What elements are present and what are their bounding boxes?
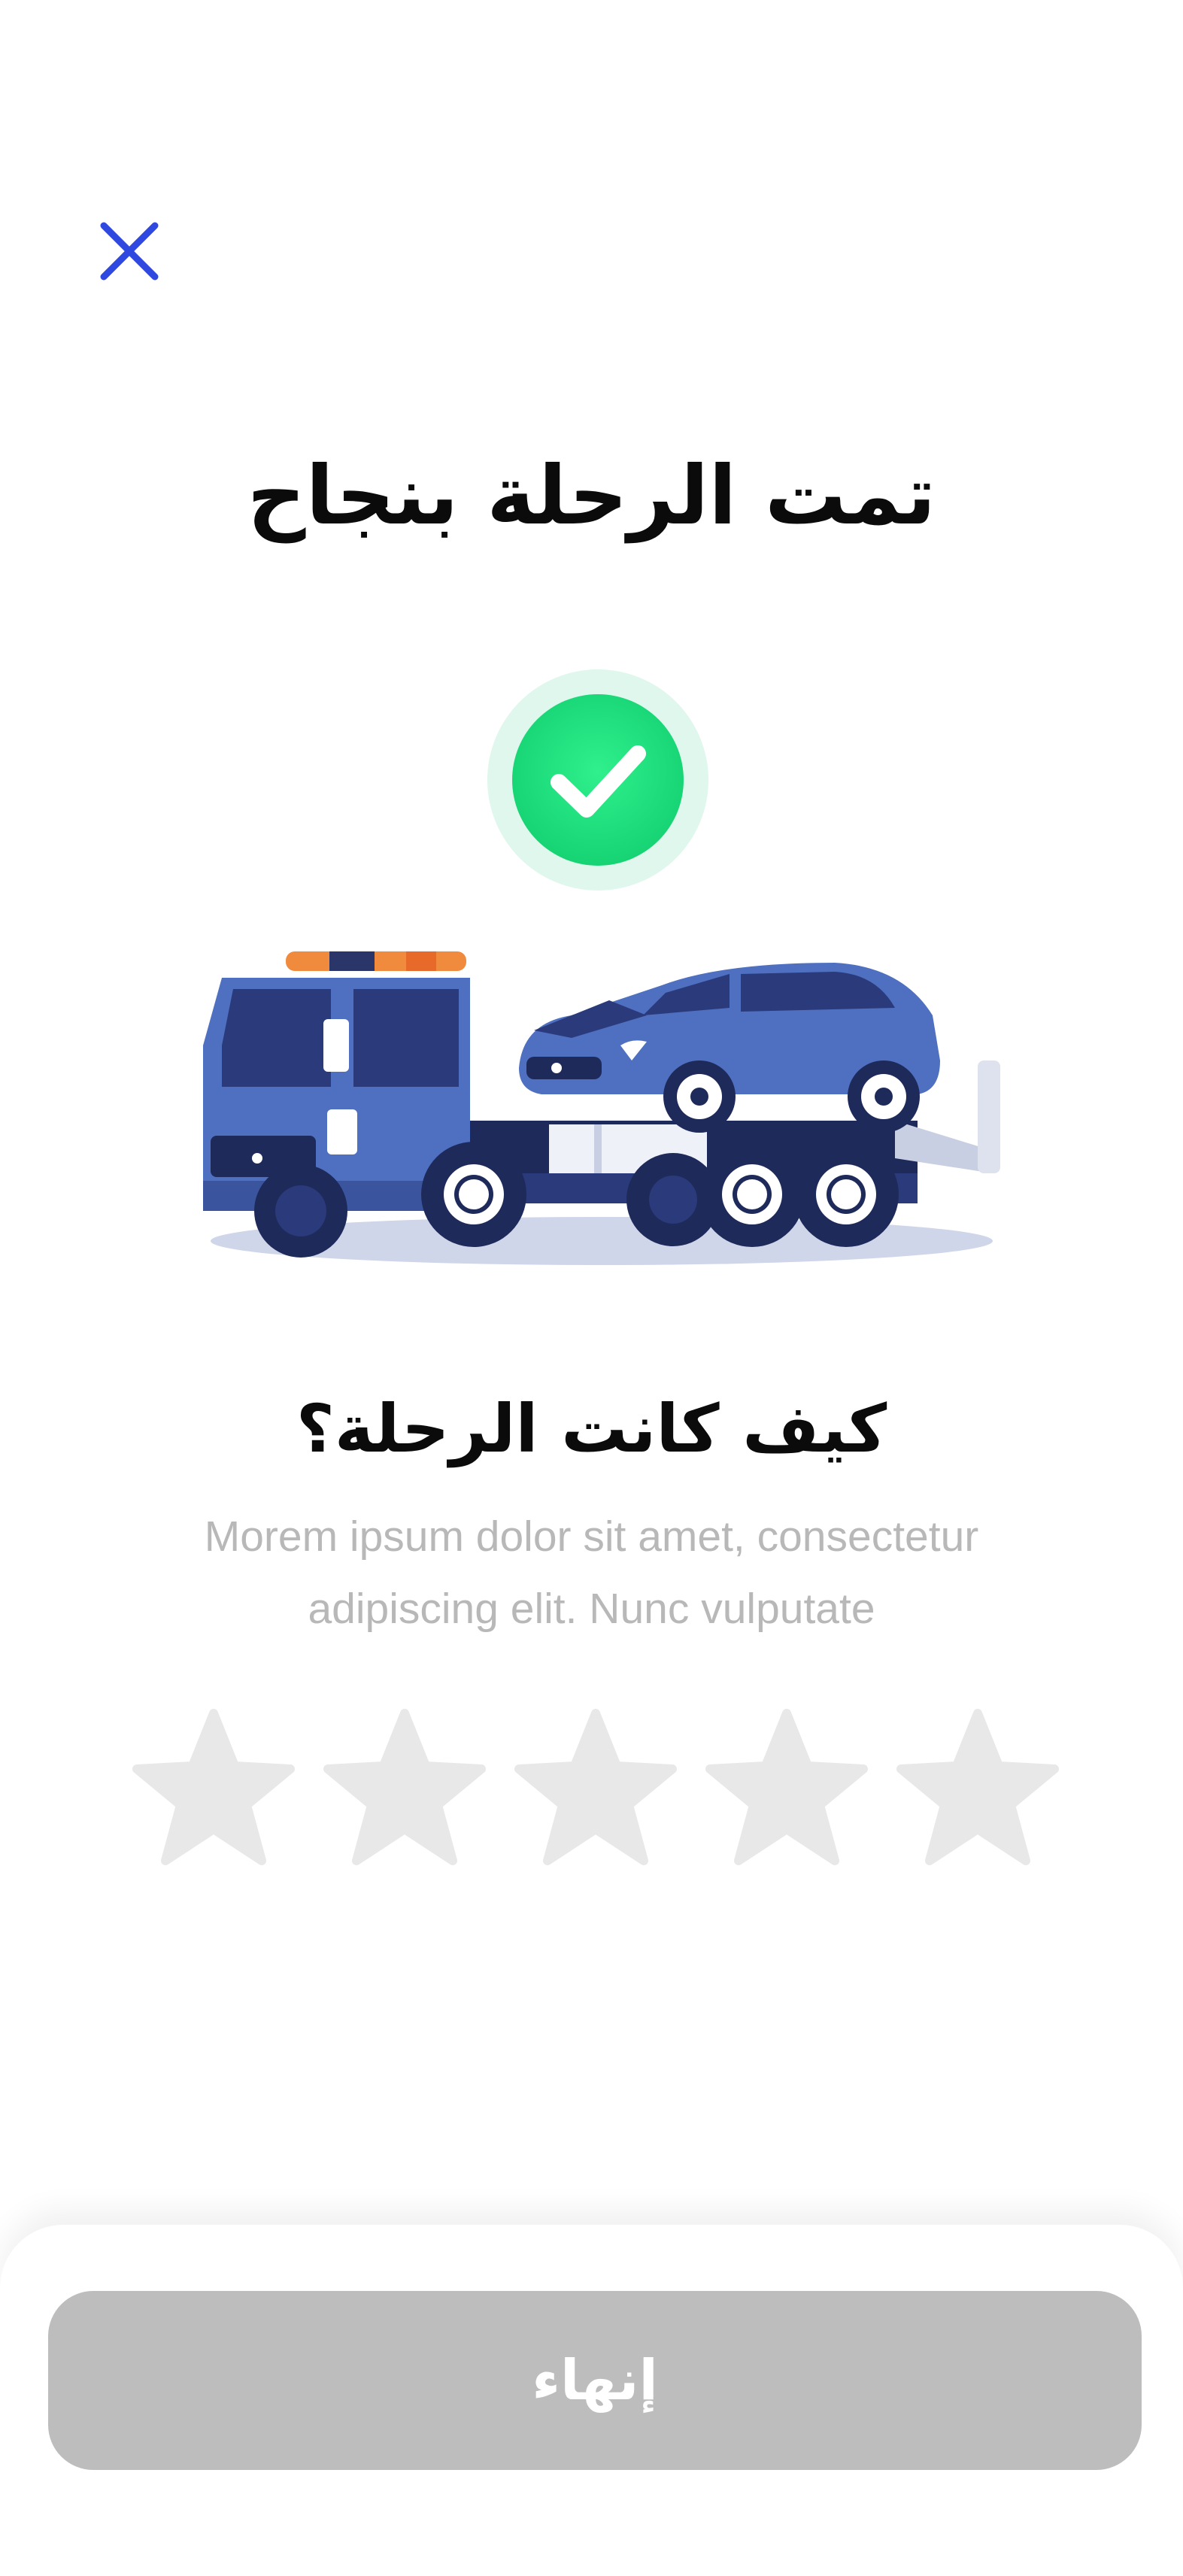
close-button[interactable] <box>96 218 162 284</box>
rating-question: كيف كانت الرحلة؟ <box>296 1390 887 1467</box>
finish-button[interactable]: إنهاء <box>48 2291 1142 2470</box>
page-title: تمت الرحلة بنجاح <box>247 449 936 543</box>
star-icon[interactable] <box>320 1706 489 1871</box>
star-icon[interactable] <box>511 1706 680 1871</box>
check-circle-icon <box>487 669 708 891</box>
description-text: Morem ipsum dolor sit amet, consectetur … <box>204 1513 979 1633</box>
close-icon <box>100 222 159 281</box>
bottom-sheet: إنهاء <box>0 2225 1183 2576</box>
star-icon[interactable] <box>893 1706 1062 1871</box>
star-icon[interactable] <box>702 1706 871 1871</box>
tow-truck-illustration <box>203 951 1000 1265</box>
star-rating <box>129 1706 1062 1871</box>
star-icon[interactable] <box>129 1706 298 1871</box>
